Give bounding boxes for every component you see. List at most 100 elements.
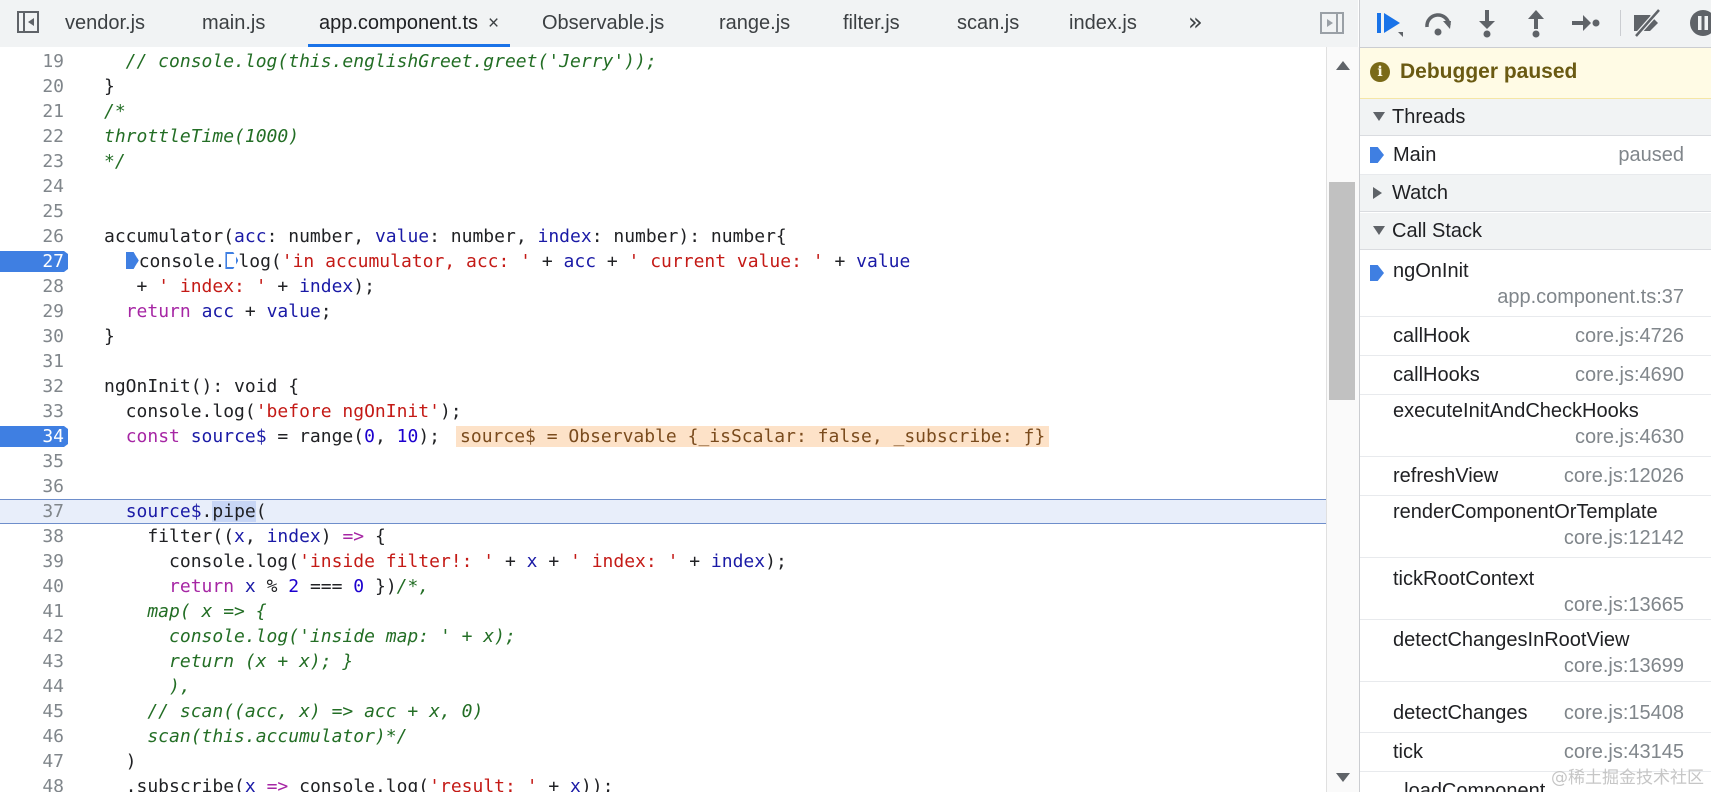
editor-scrollbar[interactable] <box>1326 47 1359 792</box>
code-text: console.log('inside map: ' + x); <box>104 626 516 647</box>
code-text: console. log('in accumulator, acc: ' + ac… <box>104 249 910 274</box>
tab-vendor-js[interactable]: vendor.js <box>65 0 145 47</box>
line-number[interactable]: 47 <box>0 749 64 774</box>
code-text: map( x => { <box>104 601 267 622</box>
watch-section-header[interactable]: Watch <box>1360 175 1711 212</box>
line-number[interactable]: 37 <box>0 500 64 523</box>
line-number[interactable]: 42 <box>0 624 64 649</box>
scrollbar-thumb[interactable] <box>1329 182 1355 400</box>
step-into-icon[interactable] <box>1472 8 1502 38</box>
frame-location: core.js:43145 <box>1563 741 1684 763</box>
code-text: accumulator(acc: number, value: number, … <box>104 226 787 247</box>
line-number[interactable]: 43 <box>0 649 64 674</box>
tab-filter-js[interactable]: filter.js <box>843 0 900 47</box>
tab-observable-js[interactable]: Observable.js <box>542 0 664 47</box>
line-number[interactable]: 38 <box>0 524 64 549</box>
callstack-frame[interactable]: detectChanges core.js:15408 <box>1360 694 1711 733</box>
callstack-frame[interactable]: executeInitAndCheckHooks core.js:4630 <box>1360 395 1711 457</box>
line-number[interactable]: 44 <box>0 674 64 699</box>
threads-label: Threads <box>1392 106 1466 128</box>
line-number[interactable]: 45 <box>0 699 64 724</box>
line-number[interactable]: 31 <box>0 349 64 374</box>
line-number[interactable]: 41 <box>0 599 64 624</box>
pause-on-exceptions-icon[interactable] <box>1688 8 1711 38</box>
code-line: 47 ) <box>0 749 1326 774</box>
current-frame-arrow-icon <box>1370 265 1384 281</box>
callstack-section-header[interactable]: Call Stack <box>1360 213 1711 250</box>
code-line: 41 map( x => { <box>0 599 1326 624</box>
deactivate-breakpoints-icon[interactable] <box>1632 8 1662 38</box>
line-number[interactable]: 22 <box>0 124 64 149</box>
info-icon: i <box>1370 62 1390 82</box>
tab-scan-js[interactable]: scan.js <box>957 0 1019 47</box>
line-number[interactable]: 35 <box>0 449 64 474</box>
scroll-down-icon[interactable] <box>1336 773 1350 782</box>
step-icon[interactable] <box>1570 8 1600 38</box>
scroll-up-icon[interactable] <box>1336 61 1350 70</box>
tab-label: range.js <box>719 12 791 34</box>
line-number[interactable]: 32 <box>0 374 64 399</box>
threads-section-header[interactable]: Threads <box>1360 99 1711 136</box>
frame-function: detectChanges <box>1393 702 1528 724</box>
line-number[interactable]: 20 <box>0 74 64 99</box>
line-number[interactable]: 36 <box>0 474 64 499</box>
code-text: ), <box>104 676 191 697</box>
line-number[interactable]: 46 <box>0 724 64 749</box>
step-out-icon[interactable] <box>1521 8 1551 38</box>
code-text: scan(this.accumulator)*/ <box>104 726 408 747</box>
chevron-down-icon <box>1373 226 1385 235</box>
tab-main-js[interactable]: main.js <box>202 0 265 47</box>
line-number[interactable]: 26 <box>0 224 64 249</box>
code-line: 46 scan(this.accumulator)*/ <box>0 724 1326 749</box>
line-number[interactable]: 39 <box>0 549 64 574</box>
callstack-frame[interactable]: callHook core.js:4726 <box>1360 317 1711 356</box>
toggle-navigator-icon[interactable] <box>17 11 39 33</box>
code-text: + ' index: ' + index); <box>104 276 375 297</box>
line-number[interactable]: 23 <box>0 149 64 174</box>
callstack-frame[interactable]: refreshView core.js:12026 <box>1360 457 1711 496</box>
inline-breakpoint-icon[interactable] <box>125 252 139 269</box>
code-text: throttleTime(1000) <box>104 126 300 147</box>
line-number[interactable]: 48 <box>0 774 64 792</box>
line-number[interactable]: 19 <box>0 49 64 74</box>
line-number[interactable]: 30 <box>0 324 64 349</box>
frame-function: detectChangesInRootView <box>1393 629 1630 651</box>
inline-breakpoint-icon[interactable] <box>225 252 239 269</box>
thread-row-main[interactable]: Main paused <box>1360 136 1711 175</box>
debugger-toolbar <box>1360 0 1711 48</box>
frame-function: _loadComponent <box>1393 780 1546 792</box>
step-over-icon[interactable] <box>1423 8 1453 38</box>
code-line: 38 filter((x, index) => { <box>0 524 1326 549</box>
line-number[interactable]: 29 <box>0 299 64 324</box>
line-number[interactable]: 40 <box>0 574 64 599</box>
close-icon[interactable]: × <box>488 13 499 34</box>
line-number[interactable]: 28 <box>0 274 64 299</box>
code-line: 31 <box>0 349 1326 374</box>
code-line: 42 console.log('inside map: ' + x); <box>0 624 1326 649</box>
code-line: 44 ), <box>0 674 1326 699</box>
code-editor[interactable]: 19 // console.log(this.englishGreet.gree… <box>0 47 1326 792</box>
line-number[interactable]: 34 <box>0 424 64 449</box>
code-line: 32 ngOnInit(): void { <box>0 374 1326 399</box>
toggle-debugger-sidebar-icon[interactable] <box>1320 12 1344 34</box>
tab-app-component-ts[interactable]: app.component.ts × <box>308 0 511 47</box>
thread-name: Main <box>1393 144 1437 166</box>
code-line: 21 /* <box>0 99 1326 124</box>
line-number[interactable]: 25 <box>0 199 64 224</box>
line-number[interactable]: 33 <box>0 399 64 424</box>
callstack-frame[interactable]: callHooks core.js:4690 <box>1360 356 1711 395</box>
tab-index-js[interactable]: index.js <box>1069 0 1137 47</box>
tab-label: scan.js <box>957 12 1020 34</box>
tab-range-js[interactable]: range.js <box>719 0 790 47</box>
callstack-frame[interactable]: detectChangesInRootView core.js:13699 <box>1360 620 1711 682</box>
callstack-frame-current[interactable]: ngOnInit app.component.ts:37 <box>1360 255 1711 317</box>
line-number[interactable]: 24 <box>0 174 64 199</box>
tab-label: vendor.js <box>65 12 146 34</box>
resume-icon[interactable] <box>1374 8 1404 38</box>
line-number[interactable]: 27 <box>0 249 64 274</box>
line-number[interactable]: 21 <box>0 99 64 124</box>
callstack-frame[interactable]: tickRootContext core.js:13665 <box>1360 558 1711 620</box>
callstack-frame[interactable]: renderComponentOrTemplate core.js:12142 <box>1360 496 1711 558</box>
tab-overflow-icon[interactable]: » <box>1188 8 1203 36</box>
code-line: 43 return (x + x); } <box>0 649 1326 674</box>
